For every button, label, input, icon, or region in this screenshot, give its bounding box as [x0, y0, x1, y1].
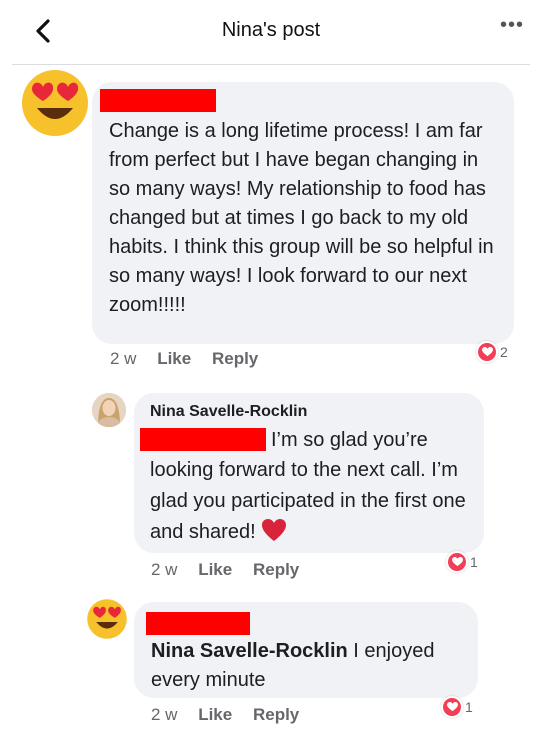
reply-text: Nina Savelle-Rocklin I enjoyed every min… — [151, 637, 469, 695]
comment-author[interactable]: Nina Savelle-Rocklin — [150, 403, 307, 421]
mention-link[interactable]: Nina Savelle-Rocklin — [151, 640, 348, 662]
more-options-icon[interactable]: ••• — [500, 14, 524, 37]
love-reaction-icon — [476, 341, 498, 363]
reaction-count[interactable]: 1 — [446, 551, 478, 573]
comment-timestamp: 2 w — [110, 349, 137, 368]
profile-photo-icon — [92, 393, 126, 427]
love-reaction-icon — [441, 696, 463, 718]
comment-text: Change is a long lifetime process! I am … — [109, 120, 494, 316]
reply-button[interactable]: Reply — [253, 705, 299, 724]
reaction-number: 1 — [465, 699, 473, 715]
redacted-author-name — [100, 89, 216, 112]
post-header: Nina's post ••• — [0, 0, 542, 64]
reply-timestamp: 2 w — [151, 705, 178, 724]
heart-eyes-emoji-avatar[interactable] — [86, 598, 128, 640]
red-heart-icon — [262, 519, 287, 541]
reply-actions: 2 w Like Reply — [151, 560, 299, 580]
profile-avatar[interactable] — [92, 393, 126, 427]
comment-actions: 2 w Like Reply — [110, 349, 258, 369]
reaction-count[interactable]: 1 — [441, 696, 473, 718]
page-title: Nina's post — [221, 19, 321, 41]
reply-timestamp: 2 w — [151, 560, 178, 579]
heart-eyes-emoji-avatar[interactable] — [20, 68, 90, 138]
reply-button[interactable]: Reply — [253, 560, 299, 579]
like-button[interactable]: Like — [198, 560, 232, 579]
reaction-count[interactable]: 2 — [476, 341, 508, 363]
reply-actions: 2 w Like Reply — [151, 705, 299, 725]
like-button[interactable]: Like — [157, 349, 191, 368]
reply-text-line1: I’m so glad you’re — [271, 429, 428, 451]
redacted-author-name — [146, 612, 250, 635]
love-reaction-icon — [446, 551, 468, 573]
reaction-number: 1 — [470, 554, 478, 570]
reply-button[interactable]: Reply — [212, 349, 258, 368]
header-divider — [12, 64, 530, 65]
like-button[interactable]: Like — [198, 705, 232, 724]
reply-text: looking forward to the next call. I’m gl… — [150, 459, 466, 543]
reply-text-body: looking forward to the next call. I’m gl… — [150, 455, 476, 548]
redacted-mention — [140, 428, 266, 451]
reaction-number: 2 — [500, 344, 508, 360]
